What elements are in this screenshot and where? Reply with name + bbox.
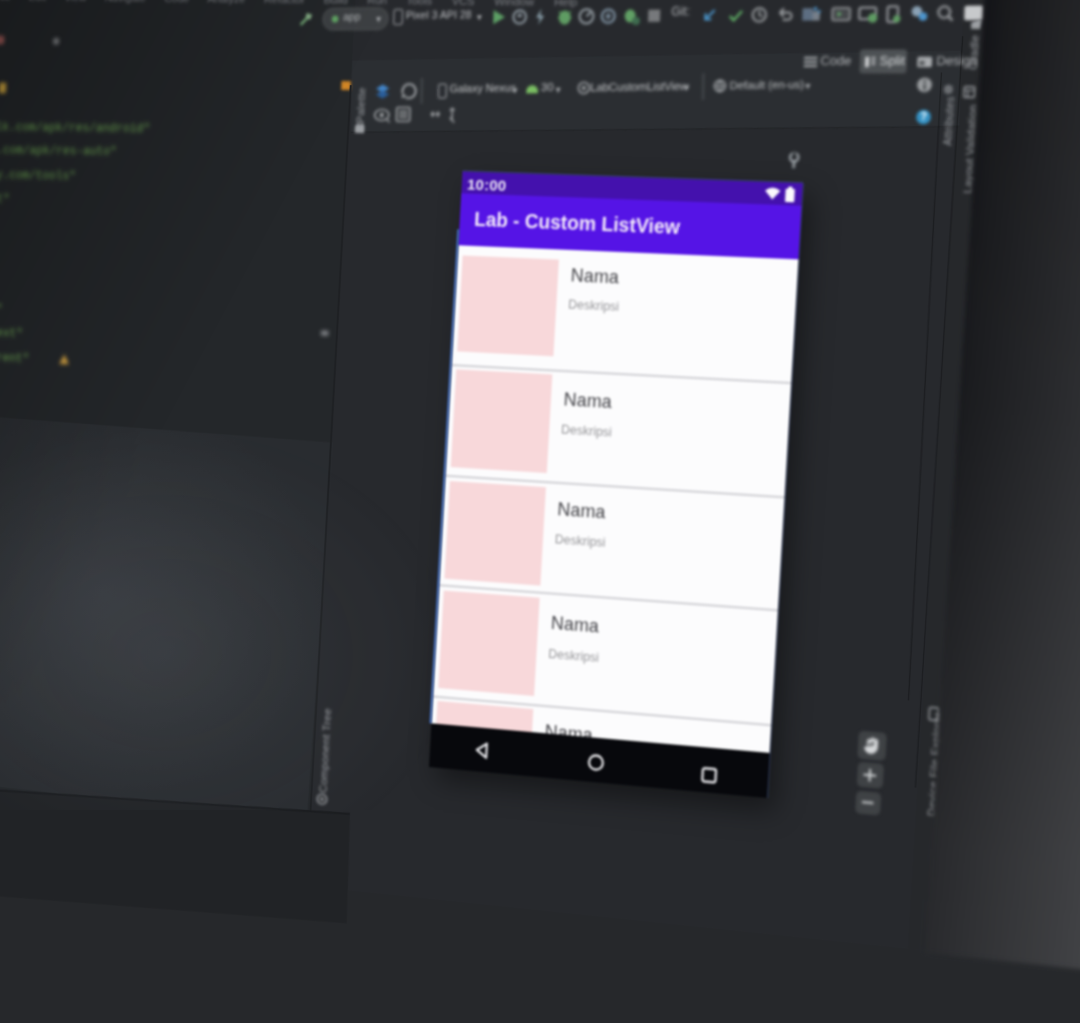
svg-text:?: ? (920, 112, 927, 124)
